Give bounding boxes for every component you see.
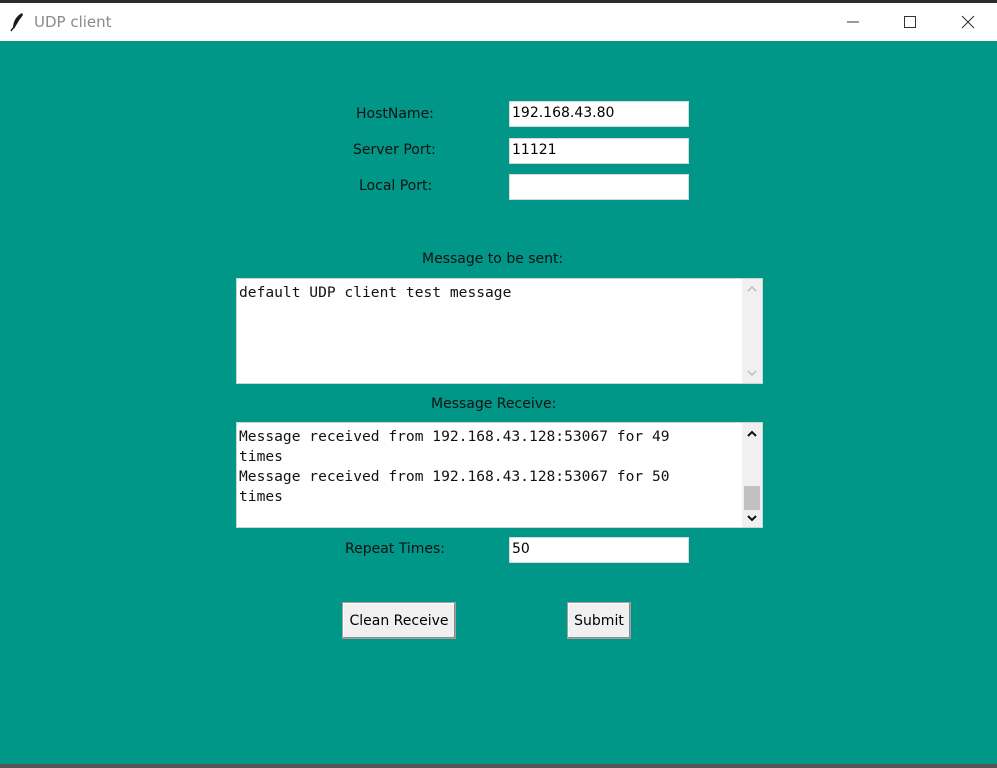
local-port-input[interactable] — [509, 174, 689, 200]
receive-message-label: Message Receive: — [431, 396, 557, 412]
scroll-down-icon[interactable] — [746, 513, 758, 523]
send-message-textarea[interactable]: default UDP client test message — [236, 278, 763, 384]
feather-icon — [10, 12, 26, 32]
minimize-icon — [847, 21, 859, 23]
local-port-label: Local Port: — [359, 178, 433, 194]
receive-scrollbar[interactable] — [742, 423, 762, 527]
send-scrollbar[interactable] — [742, 279, 762, 383]
submit-button[interactable]: Submit — [567, 602, 631, 639]
scroll-up-icon[interactable] — [746, 284, 758, 294]
hostname-label: HostName: — [356, 106, 434, 122]
scroll-thumb[interactable] — [744, 486, 760, 510]
server-port-label: Server Port: — [353, 142, 436, 158]
scroll-up-icon[interactable] — [746, 429, 758, 439]
minimize-button[interactable] — [830, 3, 876, 41]
repeat-times-label: Repeat Times: — [345, 541, 446, 557]
repeat-times-input[interactable]: 50 — [509, 537, 689, 563]
maximize-icon — [904, 16, 916, 28]
clean-receive-button[interactable]: Clean Receive — [342, 602, 456, 639]
server-port-input[interactable]: 11121 — [509, 138, 689, 164]
window-bottom-edge — [0, 764, 997, 768]
receive-message-text: Message received from 192.168.43.128:530… — [239, 428, 670, 505]
send-message-label: Message to be sent: — [422, 251, 564, 267]
maximize-button[interactable] — [887, 3, 933, 41]
receive-message-textarea[interactable]: Message received from 192.168.43.128:530… — [236, 422, 763, 528]
close-icon — [961, 15, 975, 29]
close-button[interactable] — [945, 3, 991, 41]
hostname-input[interactable]: 192.168.43.80 — [509, 101, 689, 127]
title-bar[interactable]: UDP client — [0, 3, 997, 41]
window-title: UDP client — [34, 13, 112, 31]
scroll-down-icon[interactable] — [746, 368, 758, 378]
send-message-text: default UDP client test message — [239, 284, 512, 301]
